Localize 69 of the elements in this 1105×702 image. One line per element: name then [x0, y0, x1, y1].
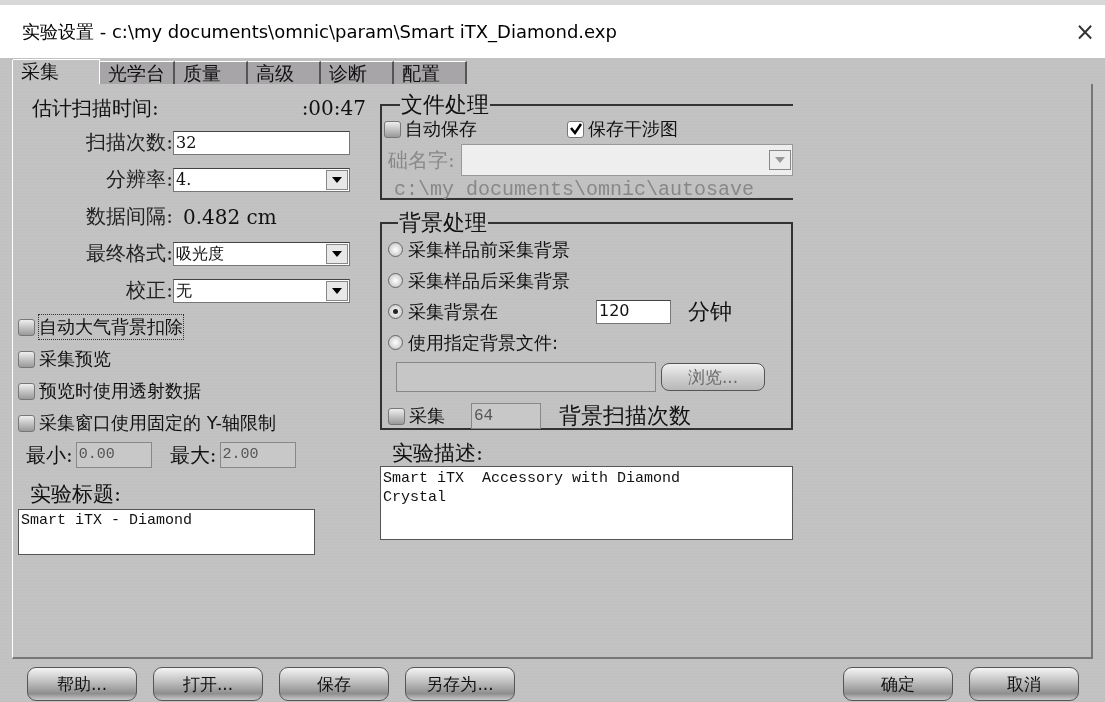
checkbox[interactable]: [388, 407, 405, 425]
field-label: 最小:: [26, 441, 73, 469]
field-label: 础名字:: [388, 146, 455, 174]
group-title: 文件处理: [400, 94, 490, 116]
field-label: 背景扫描次数: [559, 402, 691, 430]
field-label: 数据间隔:: [85, 203, 173, 230]
tab[interactable]: 质量: [175, 61, 248, 84]
tab[interactable]: 诊断: [321, 61, 394, 84]
radio-label[interactable]: 使用指定背景文件:: [408, 330, 559, 355]
min-field[interactable]: 0.00: [75, 442, 152, 468]
close-button[interactable]: ×: [1074, 17, 1095, 46]
checkbox[interactable]: [567, 120, 584, 138]
readout-value: 0.482 cm: [182, 204, 277, 229]
checkbox[interactable]: [384, 120, 401, 138]
radio-label[interactable]: 采集样品后采集背景: [408, 268, 570, 293]
field-label: 最终格式:: [85, 240, 173, 267]
checkbox-label[interactable]: 保存干涉图: [588, 117, 678, 141]
radio-button[interactable]: [388, 242, 403, 257]
scan-time-value: :00:47: [301, 96, 366, 120]
checkbox-label[interactable]: 采集窗口使用固定的 Y-轴限制: [39, 411, 277, 435]
tab[interactable]: 高级: [248, 61, 321, 84]
checkbox[interactable]: [18, 350, 35, 368]
checkbox-label[interactable]: 采集: [409, 404, 445, 428]
field-label: 校正:: [125, 277, 173, 304]
checkbox[interactable]: [18, 382, 35, 400]
dialog-button[interactable]: 保存: [279, 667, 389, 701]
checkbox-label[interactable]: 自动保存: [405, 117, 477, 141]
base-name-dropdown[interactable]: [460, 144, 793, 176]
dropdown-caret-icon: [775, 157, 785, 163]
tab[interactable]: 光学台: [100, 61, 175, 84]
checkbox[interactable]: [18, 414, 35, 432]
checkbox-label[interactable]: 预览时使用透射数据: [39, 379, 201, 403]
dialog-button[interactable]: 确定: [843, 667, 953, 701]
scan-count-field[interactable]: 32: [173, 130, 350, 155]
dropdown-caret-icon: [332, 287, 342, 294]
dropdown[interactable]: 无: [173, 278, 350, 303]
field-label: 实验描述:: [391, 440, 485, 466]
field-label: 分辨率:: [105, 166, 173, 193]
checkbox[interactable]: [18, 318, 35, 336]
dialog-button[interactable]: 另存为...: [405, 667, 515, 701]
description-field[interactable]: Smart iTX Accessory with Diamond Crystal: [380, 466, 793, 540]
dialog-button[interactable]: 打开...: [153, 667, 263, 701]
file-field[interactable]: [396, 362, 656, 392]
dropdown[interactable]: 4.: [173, 167, 350, 192]
radio-button[interactable]: [388, 335, 403, 350]
dropdown-caret-icon: [332, 250, 342, 257]
dialog-button[interactable]: 帮助...: [27, 667, 137, 701]
dialog-button[interactable]: 取消: [969, 667, 1079, 701]
minutes-field[interactable]: 120: [596, 299, 671, 324]
dropdown-caret-icon: [332, 176, 342, 183]
unit-label: 分钟: [688, 297, 732, 326]
scan-count-field[interactable]: 64: [471, 403, 541, 429]
dropdown[interactable]: 吸光度: [173, 241, 350, 266]
checkbox-label[interactable]: 采集预览: [39, 347, 111, 371]
checkbox-label[interactable]: 自动大气背景扣除: [39, 315, 183, 339]
radio-label[interactable]: 采集样品前采集背景: [408, 237, 570, 262]
radio-button[interactable]: [388, 304, 403, 319]
field-label: 实验标题:: [30, 481, 123, 508]
tab[interactable]: 配置: [394, 61, 467, 84]
group-title: 背景处理: [398, 212, 488, 234]
field-label: 扫描次数:: [85, 129, 173, 156]
path-text: c:\my documents\omnic\autosave: [394, 178, 756, 201]
window-title: 实验设置 - c:\my documents\omnic\param\Smart iTX_Diamond.exp: [22, 19, 617, 44]
radio-button[interactable]: [388, 273, 403, 288]
radio-label[interactable]: 采集背景在: [408, 299, 498, 324]
title-field[interactable]: Smart iTX - Diamond: [18, 509, 315, 555]
field-label: 估计扫描时间:: [32, 94, 159, 122]
field-label: 最大:: [169, 441, 217, 469]
max-field[interactable]: 2.00: [219, 442, 296, 468]
